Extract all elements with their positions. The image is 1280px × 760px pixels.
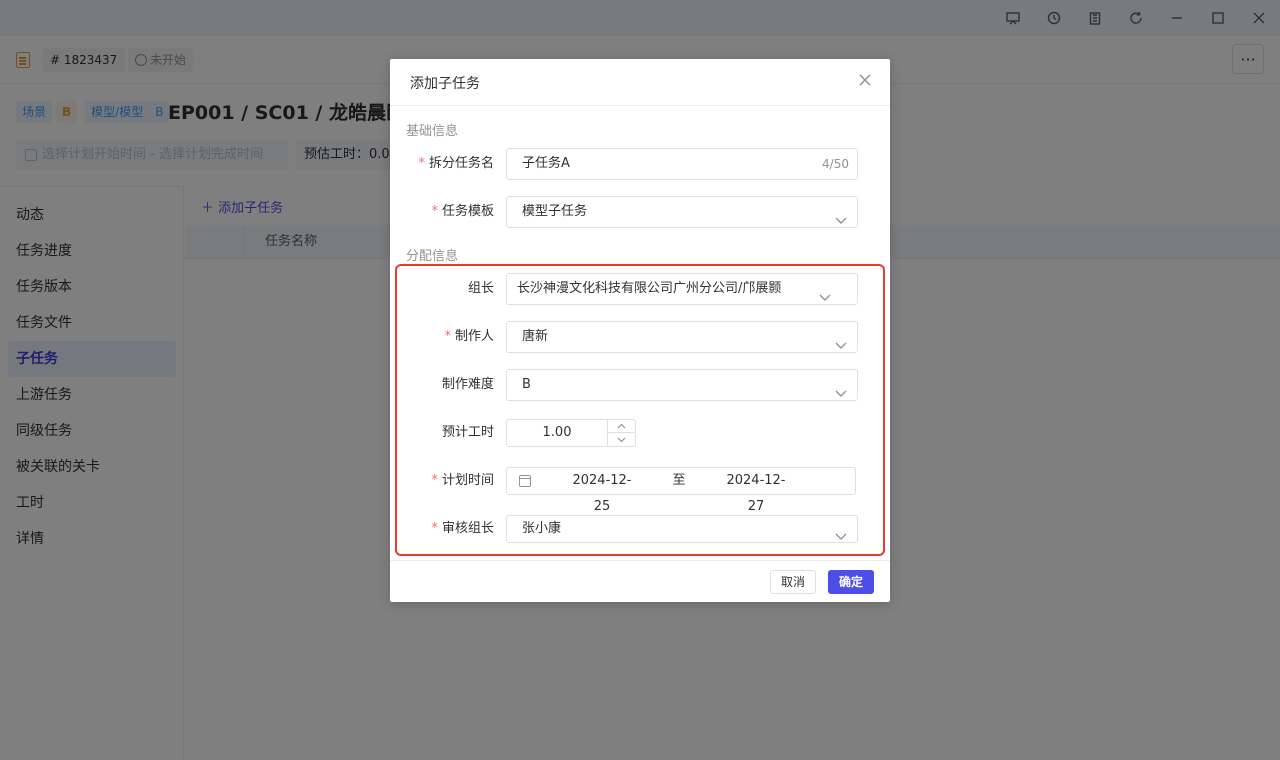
chevron-down-icon bbox=[835, 207, 847, 224]
confirm-button[interactable]: 确定 bbox=[828, 570, 874, 594]
difficulty-value: B bbox=[522, 377, 531, 392]
required-mark: * bbox=[431, 204, 438, 219]
range-separator: 至 bbox=[672, 473, 686, 488]
producer-value: 唐新 bbox=[522, 329, 549, 344]
estimated-hours-label: 预计工时 bbox=[441, 425, 494, 440]
difficulty-select[interactable]: B bbox=[506, 369, 858, 401]
required-mark: * bbox=[444, 329, 451, 344]
review-leader-select[interactable]: 张小康 bbox=[506, 515, 858, 543]
calendar-icon bbox=[519, 475, 531, 487]
subtask-name-input[interactable]: 子任务A 4/50 bbox=[506, 148, 858, 180]
add-subtask-dialog: 添加子任务 基础信息 * 拆分任务名 子任务A 4/50 * 任务模板 模型子任务 … bbox=[390, 59, 890, 602]
plan-start-date[interactable]: 2024-12-25 bbox=[567, 468, 637, 520]
plan-end-date[interactable]: 2024-12-27 bbox=[721, 468, 791, 520]
estimated-hours-value[interactable]: 1.00 bbox=[507, 420, 607, 446]
plan-time-label: * 计划时间 bbox=[431, 473, 494, 488]
difficulty-label: 制作难度 bbox=[441, 377, 494, 392]
chevron-down-icon bbox=[617, 437, 626, 442]
section-basic-info: 基础信息 bbox=[406, 124, 459, 139]
dialog-footer: 取消 确定 bbox=[390, 560, 890, 602]
group-leader-label: 组长 bbox=[467, 281, 494, 296]
subtask-name-value: 子任务A bbox=[522, 156, 570, 171]
review-leader-label: * 审核组长 bbox=[431, 521, 494, 536]
group-leader-select[interactable]: 长沙神漫文化科技有限公司广州分公司/邝展颢 bbox=[506, 273, 858, 305]
char-counter: 4/50 bbox=[822, 157, 849, 171]
required-mark: * bbox=[431, 473, 438, 488]
chevron-down-icon bbox=[835, 332, 847, 349]
template-select[interactable]: 模型子任务 bbox=[506, 196, 858, 228]
chevron-down-icon bbox=[835, 525, 847, 540]
producer-label: * 制作人 bbox=[444, 329, 494, 344]
increment-button[interactable] bbox=[608, 420, 635, 433]
producer-select[interactable]: 唐新 bbox=[506, 321, 858, 353]
chevron-down-icon bbox=[819, 284, 831, 301]
cancel-button[interactable]: 取消 bbox=[770, 570, 816, 594]
required-mark: * bbox=[418, 156, 425, 171]
chevron-up-icon bbox=[617, 423, 626, 429]
plan-time-range-picker[interactable]: 2024-12-25 至 2024-12-27 bbox=[506, 467, 856, 514]
template-label: * 任务模板 bbox=[431, 204, 494, 219]
estimated-hours-stepper[interactable]: 1.00 bbox=[506, 419, 636, 447]
template-value: 模型子任务 bbox=[522, 204, 588, 219]
stepper-buttons bbox=[607, 420, 635, 446]
close-icon[interactable] bbox=[858, 73, 874, 89]
dialog-title: 添加子任务 bbox=[410, 76, 480, 92]
dialog-header: 添加子任务 bbox=[390, 59, 890, 106]
subtask-name-label: * 拆分任务名 bbox=[418, 156, 494, 171]
decrement-button[interactable] bbox=[608, 433, 635, 446]
section-assign-info: 分配信息 bbox=[406, 249, 459, 264]
group-leader-value: 长沙神漫文化科技有限公司广州分公司/邝展颢 bbox=[517, 281, 782, 296]
chevron-down-icon bbox=[835, 380, 847, 397]
required-mark: * bbox=[431, 521, 438, 536]
review-leader-value: 张小康 bbox=[522, 521, 562, 536]
